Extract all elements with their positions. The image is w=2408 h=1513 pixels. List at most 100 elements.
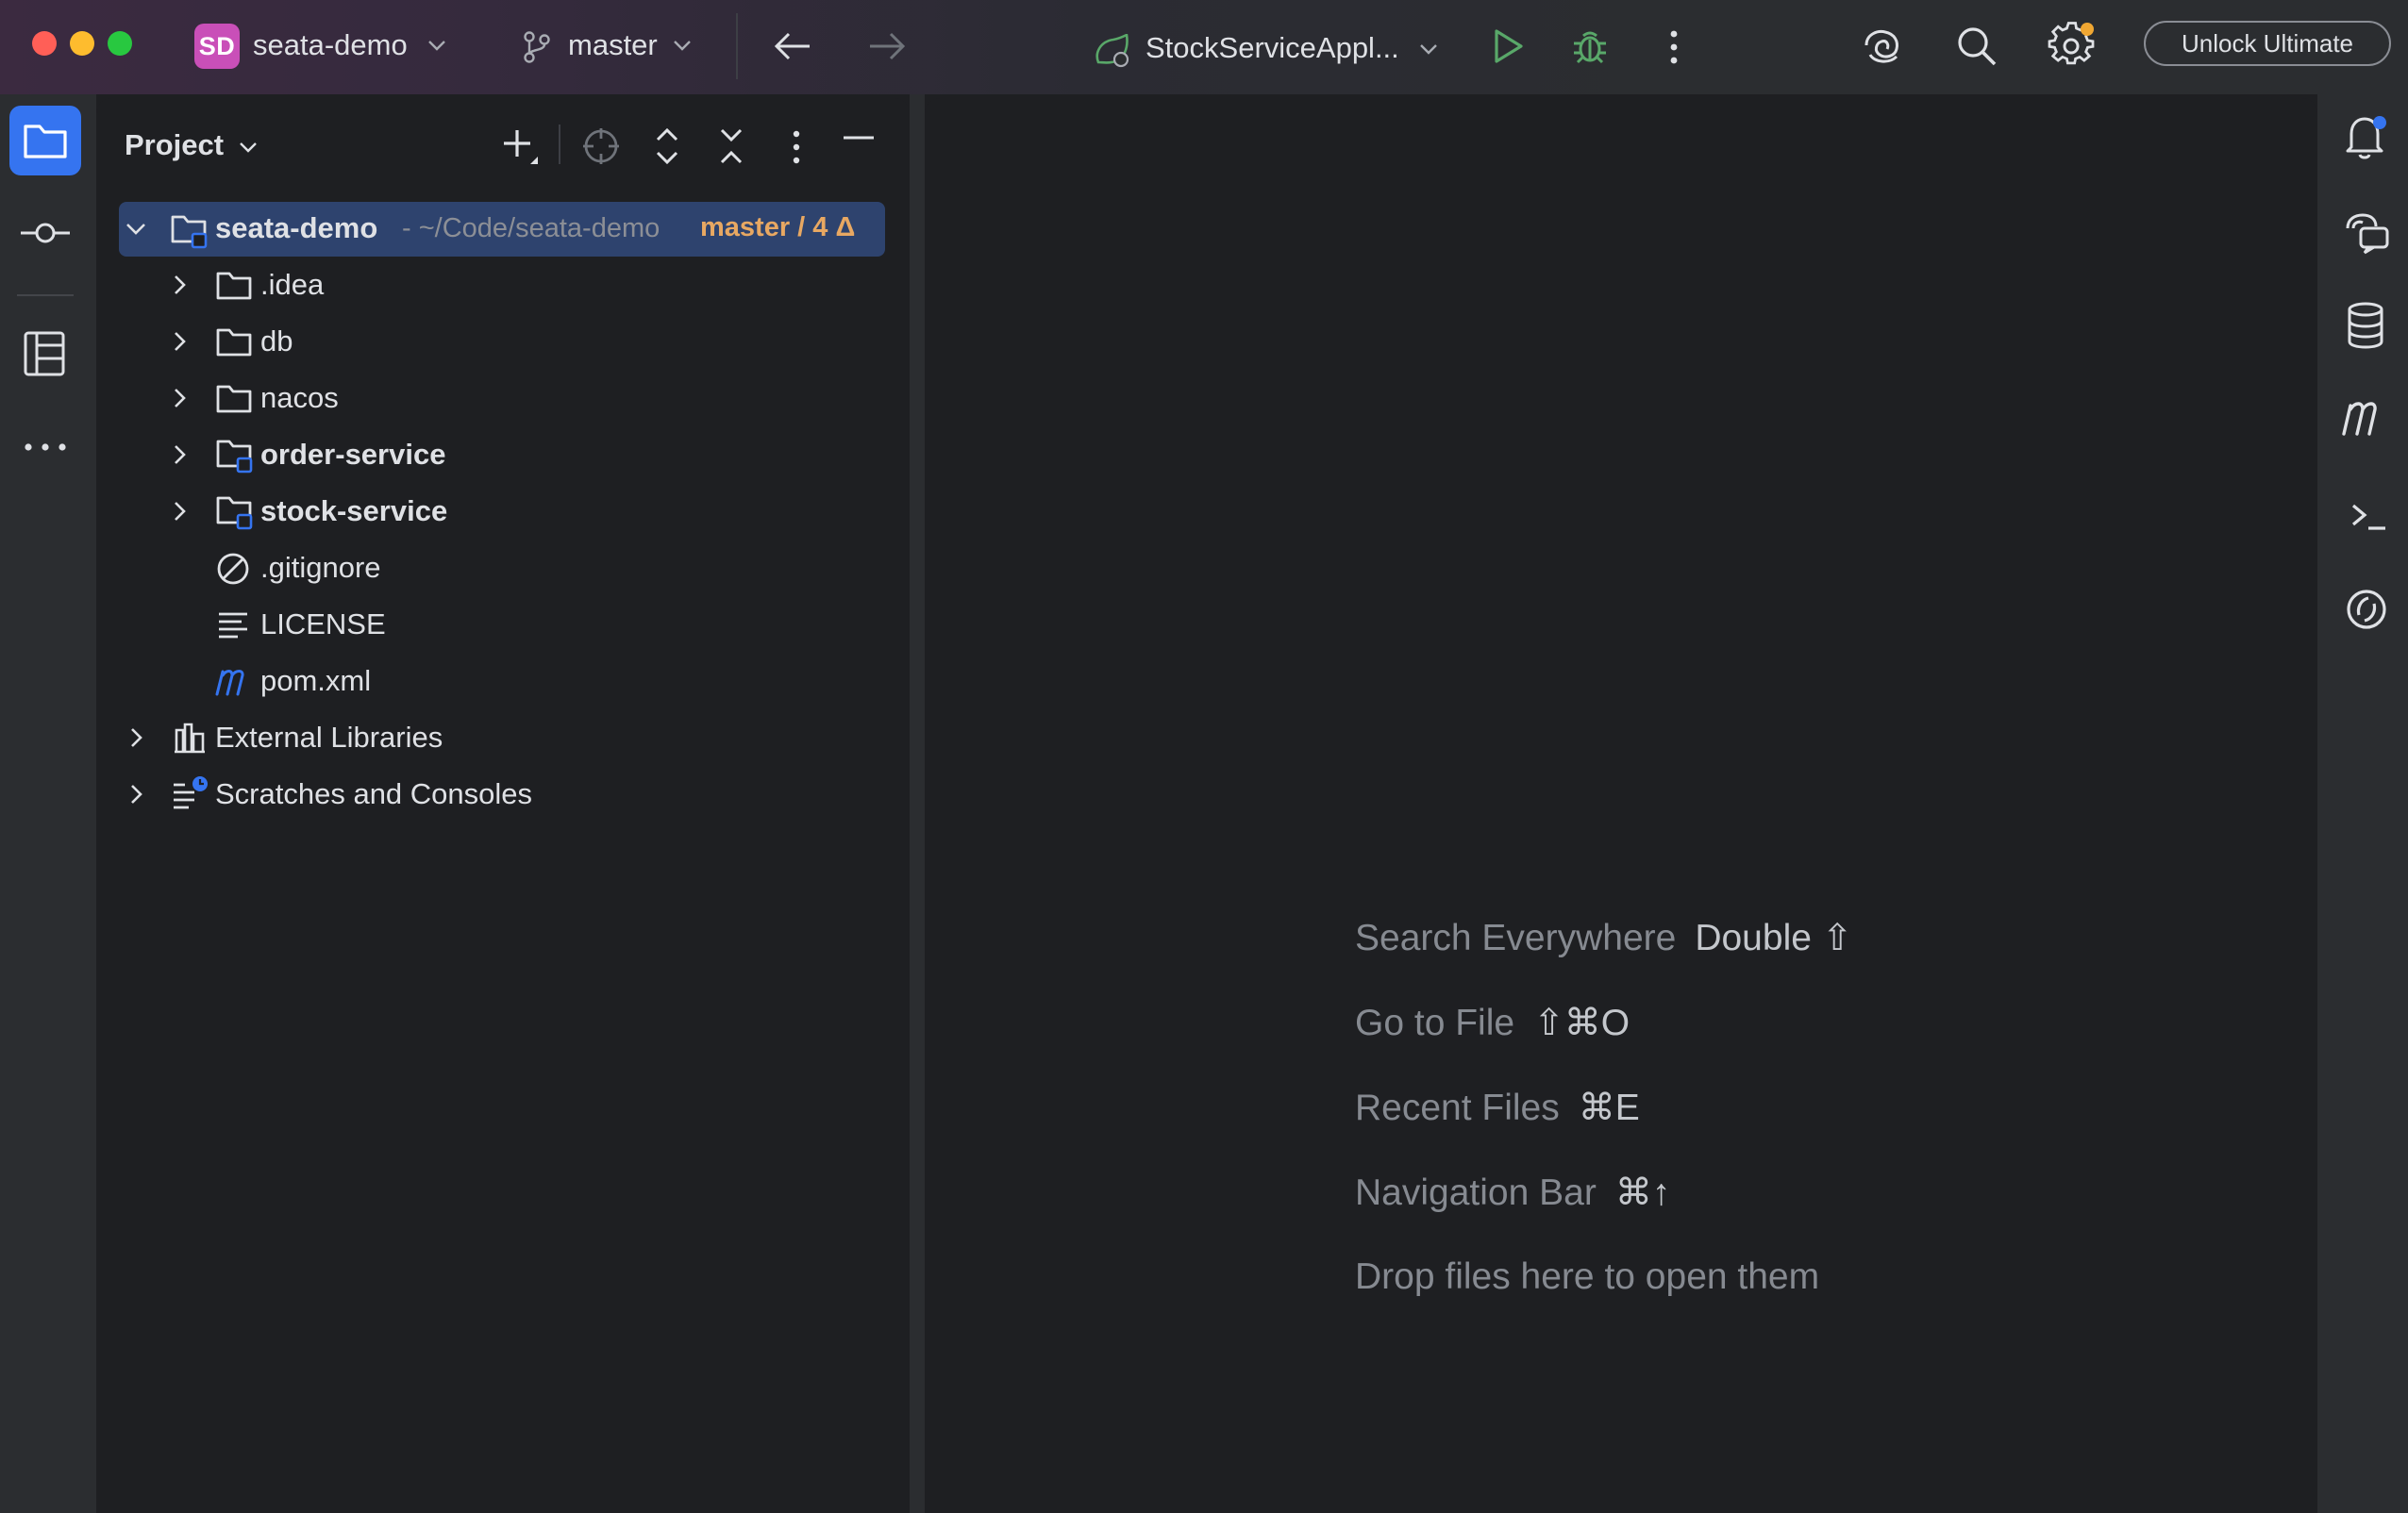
hint-label: Navigation Bar [1355, 1172, 1597, 1213]
project-chevron-icon [428, 41, 445, 51]
maven-file-icon [215, 670, 244, 696]
hint-shortcut: Double ⇧ [1695, 918, 1853, 958]
collapsed-chevron-icon[interactable] [172, 330, 189, 353]
locate-icon[interactable] [581, 126, 621, 166]
zoom-window-button[interactable] [108, 31, 132, 56]
more-vertical-icon[interactable] [1664, 28, 1683, 66]
close-window-button[interactable] [32, 31, 57, 56]
tree-row-root[interactable]: seata-demo - ~/Code/seata-demo master / … [96, 202, 910, 257]
run-config-chevron-icon [1420, 44, 1437, 55]
library-icon [175, 723, 205, 754]
branch-icon [524, 31, 550, 63]
tree-row-db[interactable]: db [96, 315, 910, 368]
collapse-all-icon[interactable] [717, 125, 745, 168]
debug-icon[interactable] [1570, 26, 1610, 66]
tree-row-scratches[interactable]: Scratches and Consoles [96, 768, 910, 821]
collapsed-chevron-icon[interactable] [172, 500, 189, 523]
project-path: - ~/Code/seata-demo [402, 213, 661, 243]
scratches-icon [174, 776, 208, 809]
tree-label: pom.xml [260, 664, 372, 697]
panel-toolbar-separator [559, 125, 560, 164]
ai-assistant-icon[interactable] [1861, 26, 1904, 66]
back-arrow-icon[interactable] [772, 30, 813, 62]
left-strip-separator [17, 294, 74, 296]
collapsed-chevron-icon[interactable] [172, 387, 189, 409]
settings-icon[interactable] [2048, 21, 2097, 70]
project-name: seata-demo [253, 28, 408, 61]
panel-title: Project [125, 128, 225, 161]
copilot-icon[interactable] [2344, 587, 2389, 632]
collapsed-chevron-icon[interactable] [172, 274, 189, 296]
project-panel: Project seata-demo - ~/Code/seata-demo m… [96, 98, 910, 1513]
structure-icon[interactable] [23, 330, 66, 377]
run-config-name: StockServiceAppl... [1145, 31, 1399, 64]
titlebar-separator [736, 13, 738, 79]
tree-label: nacos [260, 381, 339, 414]
editor-empty-state: Search Everywhere Double ⇧ Go to File ⇧⌘O … [925, 98, 2317, 1513]
hint-shortcut: ⇧⌘O [1533, 1003, 1630, 1043]
commit-icon[interactable] [19, 219, 72, 247]
tree-row-idea[interactable]: .idea [96, 258, 910, 311]
hint-label: Go to File [1355, 1003, 1515, 1043]
branch-name: master [568, 28, 658, 61]
ignore-file-icon [217, 553, 249, 585]
database-icon[interactable] [2346, 302, 2385, 349]
notifications-icon[interactable] [2344, 111, 2387, 162]
tree-row-external-libraries[interactable]: External Libraries [96, 711, 910, 764]
expand-all-icon[interactable] [653, 125, 681, 168]
maven-icon[interactable] [2340, 396, 2393, 438]
tree-label: External Libraries [215, 721, 443, 754]
hint-label: Recent Files [1355, 1088, 1560, 1128]
hint-label: Drop files here to open them [1355, 1256, 1820, 1297]
module-folder-icon [171, 215, 208, 249]
tree-row-nacos[interactable]: nacos [96, 372, 910, 424]
search-icon[interactable] [1955, 25, 1998, 68]
hint-label: Search Everywhere [1355, 918, 1677, 958]
minimize-window-button[interactable] [70, 31, 94, 56]
new-file-icon[interactable] [500, 126, 542, 168]
collapsed-chevron-icon[interactable] [128, 726, 145, 749]
hint-drop-files: Drop files here to open them [1355, 1256, 1819, 1298]
folder-icon [216, 328, 252, 357]
terminal-icon[interactable] [2349, 500, 2387, 532]
tree-label: order-service [260, 438, 446, 471]
branch-chevron-icon [674, 41, 691, 51]
hint-go-to-file: Go to File ⇧⌘O [1355, 1002, 1630, 1044]
module-folder-icon [216, 496, 253, 530]
hint-navigation-bar: Navigation Bar ⌘↑ [1355, 1172, 1670, 1214]
hint-shortcut: ⌘↑ [1614, 1172, 1671, 1213]
more-tools-icon[interactable] [23, 440, 68, 455]
collapsed-chevron-icon[interactable] [172, 443, 189, 466]
tree-row-gitignore[interactable]: .gitignore [96, 541, 910, 594]
hint-recent-files: Recent Files ⌘E [1355, 1087, 1640, 1129]
tree-label: .gitignore [260, 551, 381, 584]
spring-run-icon [1095, 34, 1129, 68]
text-file-icon [219, 612, 247, 639]
forward-arrow-icon[interactable] [866, 30, 908, 62]
run-icon[interactable] [1491, 27, 1527, 65]
tree-row-license[interactable]: LICENSE [96, 598, 910, 651]
expanded-chevron-icon[interactable] [125, 221, 147, 238]
hint-shortcut: ⌘E [1578, 1088, 1640, 1128]
collapsed-chevron-icon[interactable] [128, 783, 145, 806]
vcs-branch-info: master / 4 Δ [700, 212, 856, 242]
tree-label: stock-service [260, 494, 448, 527]
project-folder-icon [24, 125, 67, 158]
hint-search-everywhere: Search Everywhere Double ⇧ [1355, 917, 1852, 959]
unlock-ultimate-button[interactable]: Unlock Ultimate [2144, 21, 2391, 66]
tree-label: LICENSE [260, 607, 386, 640]
ai-chat-icon[interactable] [2344, 211, 2391, 255]
splitter[interactable] [910, 94, 925, 1513]
tree-label: .idea [260, 268, 325, 301]
folder-icon [216, 272, 252, 300]
tree-label: db [260, 324, 293, 357]
folder-icon [216, 385, 252, 413]
tree-row-stock-service[interactable]: stock-service [96, 485, 910, 538]
panel-title-chevron-icon [240, 142, 257, 153]
tree-row-pom[interactable]: pom.xml [96, 655, 910, 707]
module-folder-icon [216, 440, 253, 474]
options-icon[interactable] [787, 128, 806, 166]
left-tool-strip [0, 94, 92, 1513]
hide-panel-icon[interactable] [842, 132, 876, 143]
tree-row-order-service[interactable]: order-service [96, 428, 910, 481]
